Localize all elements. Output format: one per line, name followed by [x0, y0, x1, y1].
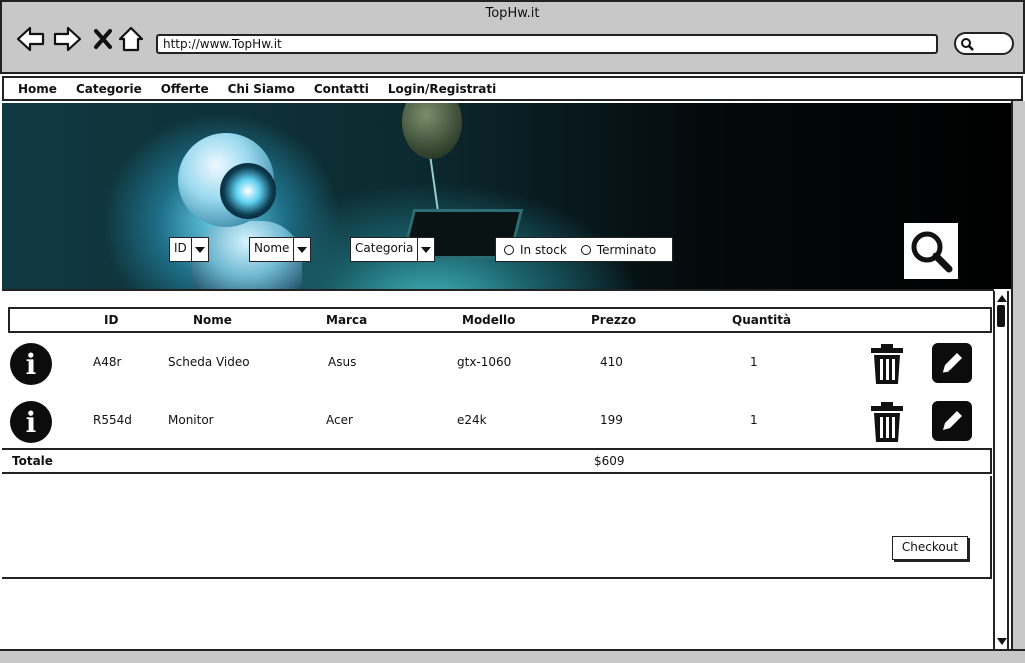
menu-item-login[interactable]: Login/Registrati — [388, 82, 496, 96]
cell-modello: e24k — [457, 413, 487, 427]
cell-quantita: 1 — [750, 355, 758, 369]
cell-marca: Acer — [326, 413, 353, 427]
col-header-modello: Modello — [462, 313, 516, 327]
cell-id: R554d — [93, 413, 132, 427]
col-header-nome: Nome — [193, 313, 232, 327]
filter-nome-dropdown[interactable]: Nome — [249, 237, 312, 262]
browser-chrome: TopHw.it http://www.TopHw.it — [0, 0, 1025, 74]
checkout-panel: Checkout — [2, 476, 992, 579]
info-icon[interactable]: i — [10, 401, 52, 443]
cell-nome: Scheda Video — [168, 355, 250, 369]
search-button[interactable] — [904, 223, 958, 279]
browser-search-field[interactable] — [954, 32, 1014, 55]
total-value: $609 — [594, 454, 625, 468]
table-row: i R554d Monitor Acer e24k 199 1 — [2, 397, 992, 447]
window-frame-right — [1011, 101, 1025, 651]
info-icon[interactable]: i — [10, 343, 52, 385]
cell-prezzo: 410 — [600, 355, 623, 369]
radio-in-stock-label[interactable]: In stock — [520, 243, 567, 257]
menu-item-categorie[interactable]: Categorie — [76, 82, 142, 96]
table-row: i A48r Scheda Video Asus gtx-1060 410 1 — [2, 339, 992, 389]
close-icon[interactable] — [88, 24, 118, 54]
forward-arrow-icon[interactable] — [52, 24, 82, 54]
filter-id-dropdown[interactable]: ID — [169, 237, 209, 262]
banner-decoration — [220, 163, 276, 219]
total-label: Totale — [12, 454, 53, 468]
address-bar[interactable]: http://www.TopHw.it — [156, 34, 938, 54]
radio-in-stock[interactable] — [504, 244, 514, 255]
cell-id: A48r — [93, 355, 122, 369]
cell-prezzo: 199 — [600, 413, 623, 427]
vertical-scrollbar[interactable] — [993, 291, 1009, 649]
chevron-down-icon[interactable] — [192, 238, 208, 261]
cell-modello: gtx-1060 — [457, 355, 512, 369]
trash-icon[interactable] — [868, 343, 906, 389]
filter-categoria-dropdown[interactable]: Categoria — [350, 237, 436, 262]
search-icon — [961, 38, 974, 51]
col-header-marca: Marca — [326, 313, 368, 327]
cell-marca: Asus — [328, 355, 357, 369]
menu-item-home[interactable]: Home — [18, 82, 57, 96]
scroll-down-icon[interactable] — [997, 638, 1007, 645]
col-header-prezzo: Prezzo — [591, 313, 637, 327]
cart-content: ID Nome Marca Modello Prezzo Quantità i … — [2, 289, 994, 649]
checkout-button[interactable]: Checkout — [892, 536, 968, 560]
col-header-quantita: Quantità — [732, 313, 792, 327]
window-frame-bottom — [0, 649, 1025, 663]
filter-categoria-label: Categoria — [351, 238, 419, 261]
radio-terminato-label[interactable]: Terminato — [597, 243, 656, 257]
trash-icon[interactable] — [868, 401, 906, 447]
total-row: Totale $609 — [2, 448, 992, 474]
menu-item-offerte[interactable]: Offerte — [161, 82, 209, 96]
col-header-id: ID — [104, 313, 119, 327]
hero-banner: ID Nome Categoria In stock Terminato — [2, 103, 1019, 289]
menu-item-contatti[interactable]: Contatti — [314, 82, 369, 96]
scroll-up-icon[interactable] — [997, 295, 1007, 302]
filter-nome-label: Nome — [250, 238, 295, 261]
cell-nome: Monitor — [168, 413, 214, 427]
edit-pencil-icon[interactable] — [932, 343, 972, 383]
table-header: ID Nome Marca Modello Prezzo Quantità — [8, 307, 992, 333]
stock-radio-group: In stock Terminato — [495, 237, 673, 262]
window-title: TopHw.it — [485, 6, 540, 21]
main-menu: Home Categorie Offerte Chi Siamo Contatt… — [2, 76, 1023, 101]
search-icon — [911, 231, 953, 273]
back-arrow-icon[interactable] — [16, 24, 46, 54]
banner-decoration — [402, 103, 462, 159]
chevron-down-icon[interactable] — [294, 238, 310, 261]
home-icon[interactable] — [116, 24, 146, 54]
filter-id-label: ID — [170, 238, 192, 261]
scroll-thumb[interactable] — [997, 305, 1005, 327]
edit-pencil-icon[interactable] — [932, 401, 972, 441]
radio-terminato[interactable] — [580, 244, 591, 255]
chevron-down-icon[interactable] — [418, 238, 434, 261]
cell-quantita: 1 — [750, 413, 758, 427]
menu-item-chi-siamo[interactable]: Chi Siamo — [228, 82, 295, 96]
